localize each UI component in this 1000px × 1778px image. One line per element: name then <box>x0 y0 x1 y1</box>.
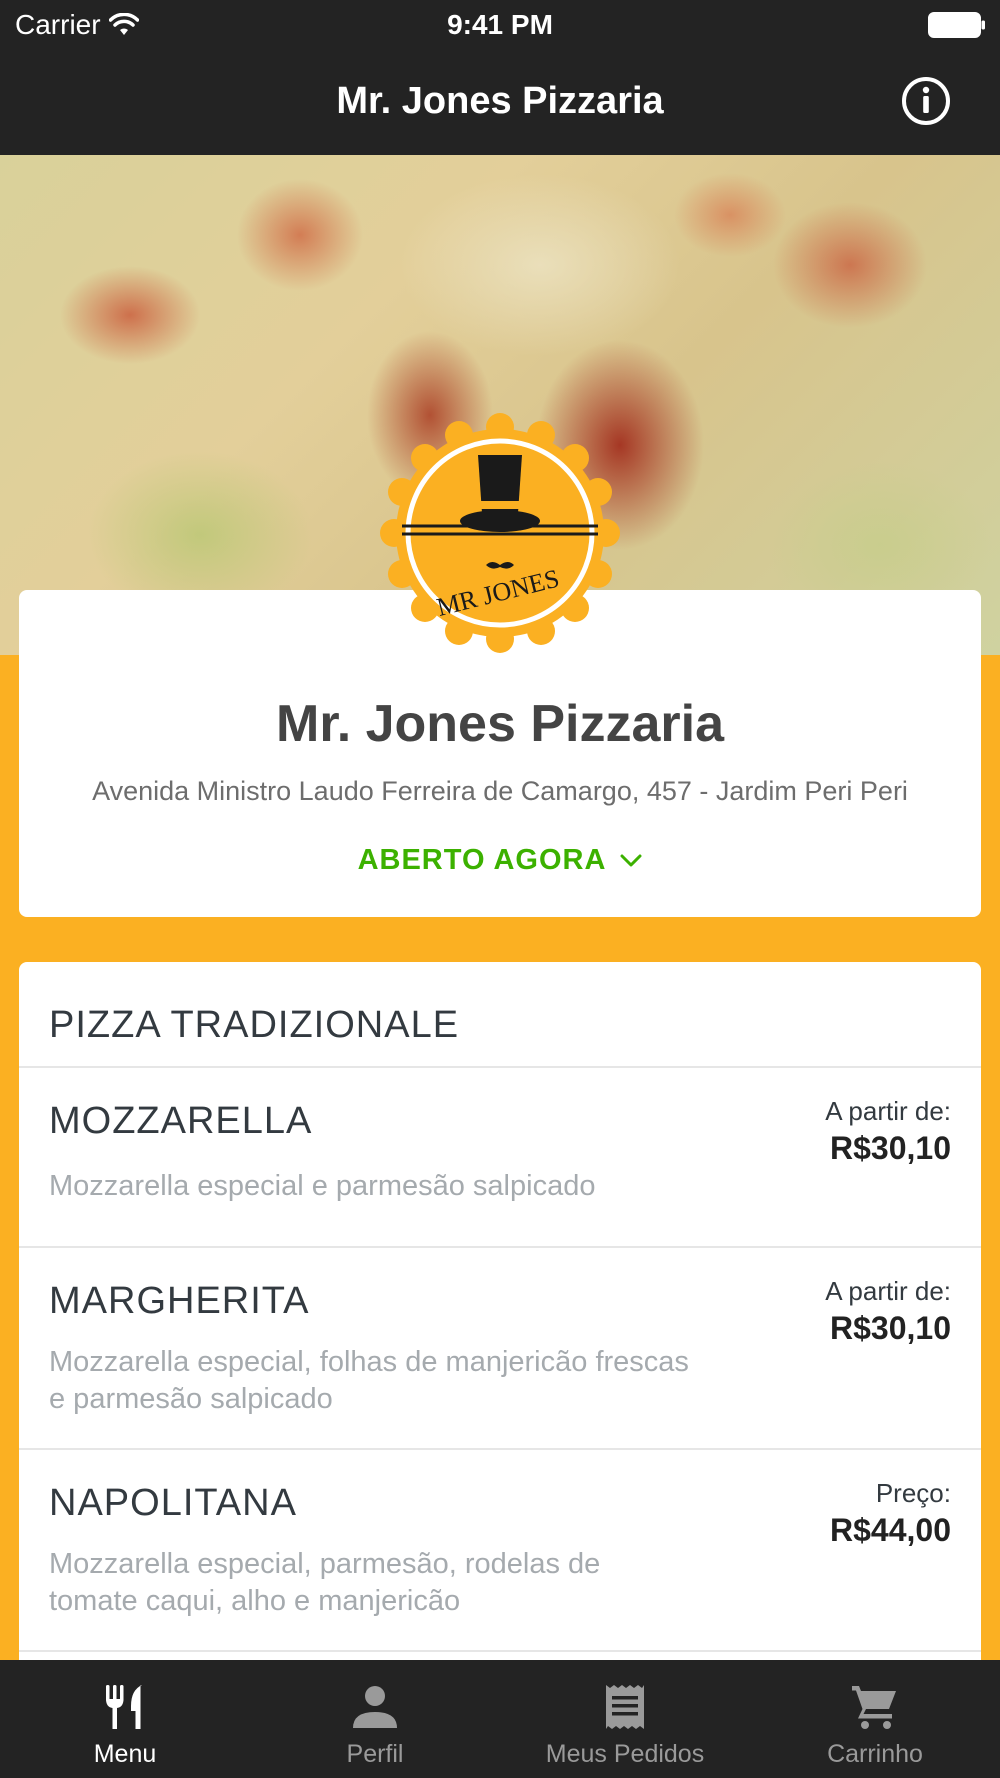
menu-item-margherita[interactable]: MARGHERITA Mozzarella especial, folhas d… <box>19 1248 981 1448</box>
fork-knife-icon <box>106 1685 142 1729</box>
person-icon <box>353 1686 397 1728</box>
tab-perfil[interactable]: Perfil <box>250 1660 500 1778</box>
tab-bar: Menu Perfil Meus Pedidos Carrinho <box>0 1660 1000 1778</box>
price-value: R$30,10 <box>830 1130 951 1166</box>
menu-item-mozzarella[interactable]: MOZZARELLA Mozzarella especial e parmesã… <box>19 1068 981 1246</box>
divider <box>19 1650 981 1652</box>
price-label: A partir de: <box>825 1276 951 1306</box>
item-description: Mozzarella especial, folhas de manjericã… <box>49 1346 689 1415</box>
item-description: Mozzarella especial e parmesão salpicado <box>49 1170 596 1202</box>
menu-section: PIZZA TRADIZIONALE MOZZARELLA Mozzarella… <box>19 962 981 1662</box>
top-bar: Carrier 9:41 PM Mr. Jones Pizzaria <box>0 0 1000 155</box>
clock: 9:41 PM <box>447 9 553 40</box>
open-status-toggle[interactable]: ABERTO AGORA <box>19 844 981 877</box>
price-label: Preço: <box>875 1478 951 1508</box>
tab-label: Carrinho <box>827 1740 923 1768</box>
tab-meus-pedidos[interactable]: Meus Pedidos <box>500 1660 750 1778</box>
receipt-icon <box>606 1685 644 1729</box>
store-logo: MR JONES <box>380 413 620 653</box>
chevron-down-icon <box>620 854 642 867</box>
price-value: R$30,10 <box>830 1310 951 1346</box>
status-bar: Carrier 9:41 PM <box>0 0 1000 50</box>
tab-label: Meus Pedidos <box>545 1740 705 1768</box>
section-title: PIZZA TRADIZIONALE <box>49 1004 460 1046</box>
cart-icon <box>852 1686 896 1729</box>
battery-icon <box>928 12 985 38</box>
nav-title: Mr. Jones Pizzaria <box>336 80 664 122</box>
open-status-label: ABERTO AGORA <box>357 844 606 876</box>
tab-label: Menu <box>93 1740 157 1768</box>
store-address: Avenida Ministro Laudo Ferreira de Camar… <box>92 776 908 806</box>
item-name: MARGHERITA <box>49 1280 310 1322</box>
item-description: Mozzarella especial, parmesão, rodelas d… <box>49 1548 601 1617</box>
tab-label: Perfil <box>346 1740 404 1768</box>
item-name: MOZZARELLA <box>49 1100 313 1142</box>
price-label: A partir de: <box>825 1096 951 1126</box>
tab-carrinho[interactable]: Carrinho <box>750 1660 1000 1778</box>
tab-menu[interactable]: Menu <box>0 1660 250 1778</box>
store-name: Mr. Jones Pizzaria <box>276 695 724 753</box>
item-name: NAPOLITANA <box>49 1482 297 1524</box>
price-value: R$44,00 <box>830 1512 951 1548</box>
info-icon[interactable] <box>900 75 952 127</box>
menu-item-napolitana[interactable]: NAPOLITANA Mozzarella especial, parmesão… <box>19 1450 981 1650</box>
